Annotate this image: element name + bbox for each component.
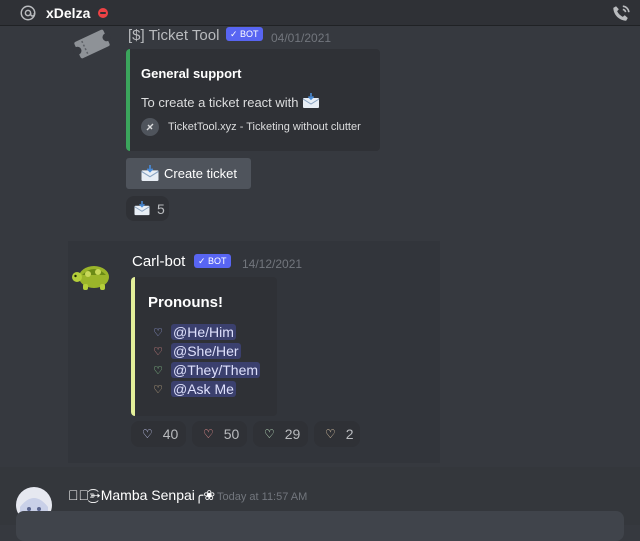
role-mention-they-them[interactable]: @They/Them [171, 362, 261, 378]
message-timestamp: 04/01/2021 [271, 31, 332, 45]
pronouns-embed: Pronouns! ♡ @He/Him ♡ @She/Her ♡ @They/T… [131, 277, 277, 416]
embed-accent-bar [126, 49, 130, 151]
reaction-count: 29 [284, 426, 301, 442]
dnd-status-icon [98, 7, 109, 18]
channel-title: xDelza [46, 4, 91, 21]
reaction-peach-heart[interactable]: ♡ 2 [314, 421, 360, 447]
pronoun-row-he-him: ♡ @He/Him [151, 324, 236, 340]
heart-icon: ♡ [153, 345, 163, 358]
create-ticket-label: Create ticket [164, 166, 237, 181]
embed-title: Pronouns! [148, 294, 223, 311]
message-list: [$] Ticket Tool ✓ BOT 04/01/2021 General… [0, 27, 640, 525]
envelope-inbox-icon [140, 165, 160, 182]
reaction-green-heart[interactable]: ♡ 29 [253, 421, 308, 447]
role-mention-he-him[interactable]: @He/Him [171, 324, 236, 340]
ticket-message: [$] Ticket Tool ✓ BOT 04/01/2021 General… [0, 27, 440, 229]
carl-bot-username[interactable]: Carl-bot [132, 253, 185, 270]
role-mention-she-her[interactable]: @She/Her [171, 343, 241, 359]
phone-call-icon[interactable] [610, 3, 632, 25]
reaction-count: 2 [345, 426, 354, 442]
envelope-inbox-icon [302, 93, 320, 112]
reaction-count: 5 [157, 200, 165, 217]
ticket-tool-avatar[interactable] [72, 27, 112, 59]
reaction-count: 50 [223, 426, 240, 442]
embed-title: General support [141, 66, 242, 81]
heart-icon: ♡ [153, 383, 163, 396]
ticket-tool-username[interactable]: [$] Ticket Tool [128, 27, 219, 44]
message-timestamp: 14/12/2021 [242, 257, 303, 271]
envelope-inbox-icon [133, 201, 151, 216]
heart-icon: ♡ [153, 326, 163, 339]
ticket-tool-footer-icon [141, 118, 159, 136]
bot-tag: ✓ BOT [226, 27, 263, 41]
reaction-envelope[interactable]: 5 [126, 196, 169, 221]
heart-icon: ♡ [264, 427, 275, 441]
embed-footer-text: TicketTool.xyz - Ticketing without clutt… [168, 121, 361, 133]
role-mention-ask-me[interactable]: @Ask Me [171, 381, 236, 397]
bot-tag: ✓ BOT [194, 254, 231, 268]
heart-icon: ♡ [142, 427, 153, 441]
heart-icon: ♡ [325, 427, 336, 441]
pronoun-row-she-her: ♡ @She/Her [151, 343, 241, 359]
reaction-count: 40 [162, 426, 179, 442]
embed-description: To create a ticket react with [141, 93, 320, 112]
embed-accent-bar [131, 277, 135, 416]
heart-icon: ♡ [153, 364, 163, 377]
message-timestamp: Today at 11:57 AM [217, 491, 308, 503]
create-ticket-button[interactable]: Create ticket [126, 158, 251, 189]
ticket-embed: General support To create a ticket react… [126, 49, 380, 151]
carl-bot-message: Carl-bot ✓ BOT 14/12/2021 Pronouns! ♡ @H… [68, 241, 440, 463]
at-sign-icon [18, 3, 38, 23]
pronoun-row-they-them: ♡ @They/Them [151, 362, 261, 378]
embed-description-text: To create a ticket react with [141, 95, 299, 110]
reaction-blue-heart[interactable]: ♡ 40 [131, 421, 186, 447]
user-username[interactable]: ঔৣ͜͡➳Mamba Senpai╭❀ [68, 487, 215, 504]
turtle-avatar[interactable] [72, 257, 116, 291]
pronoun-row-ask-me: ♡ @Ask Me [151, 381, 236, 397]
message-composer[interactable] [16, 511, 624, 541]
embed-footer: TicketTool.xyz - Ticketing without clutt… [141, 118, 361, 136]
heart-icon: ♡ [203, 427, 214, 441]
reaction-pink-heart[interactable]: ♡ 50 [192, 421, 247, 447]
channel-header: xDelza [0, 0, 640, 26]
